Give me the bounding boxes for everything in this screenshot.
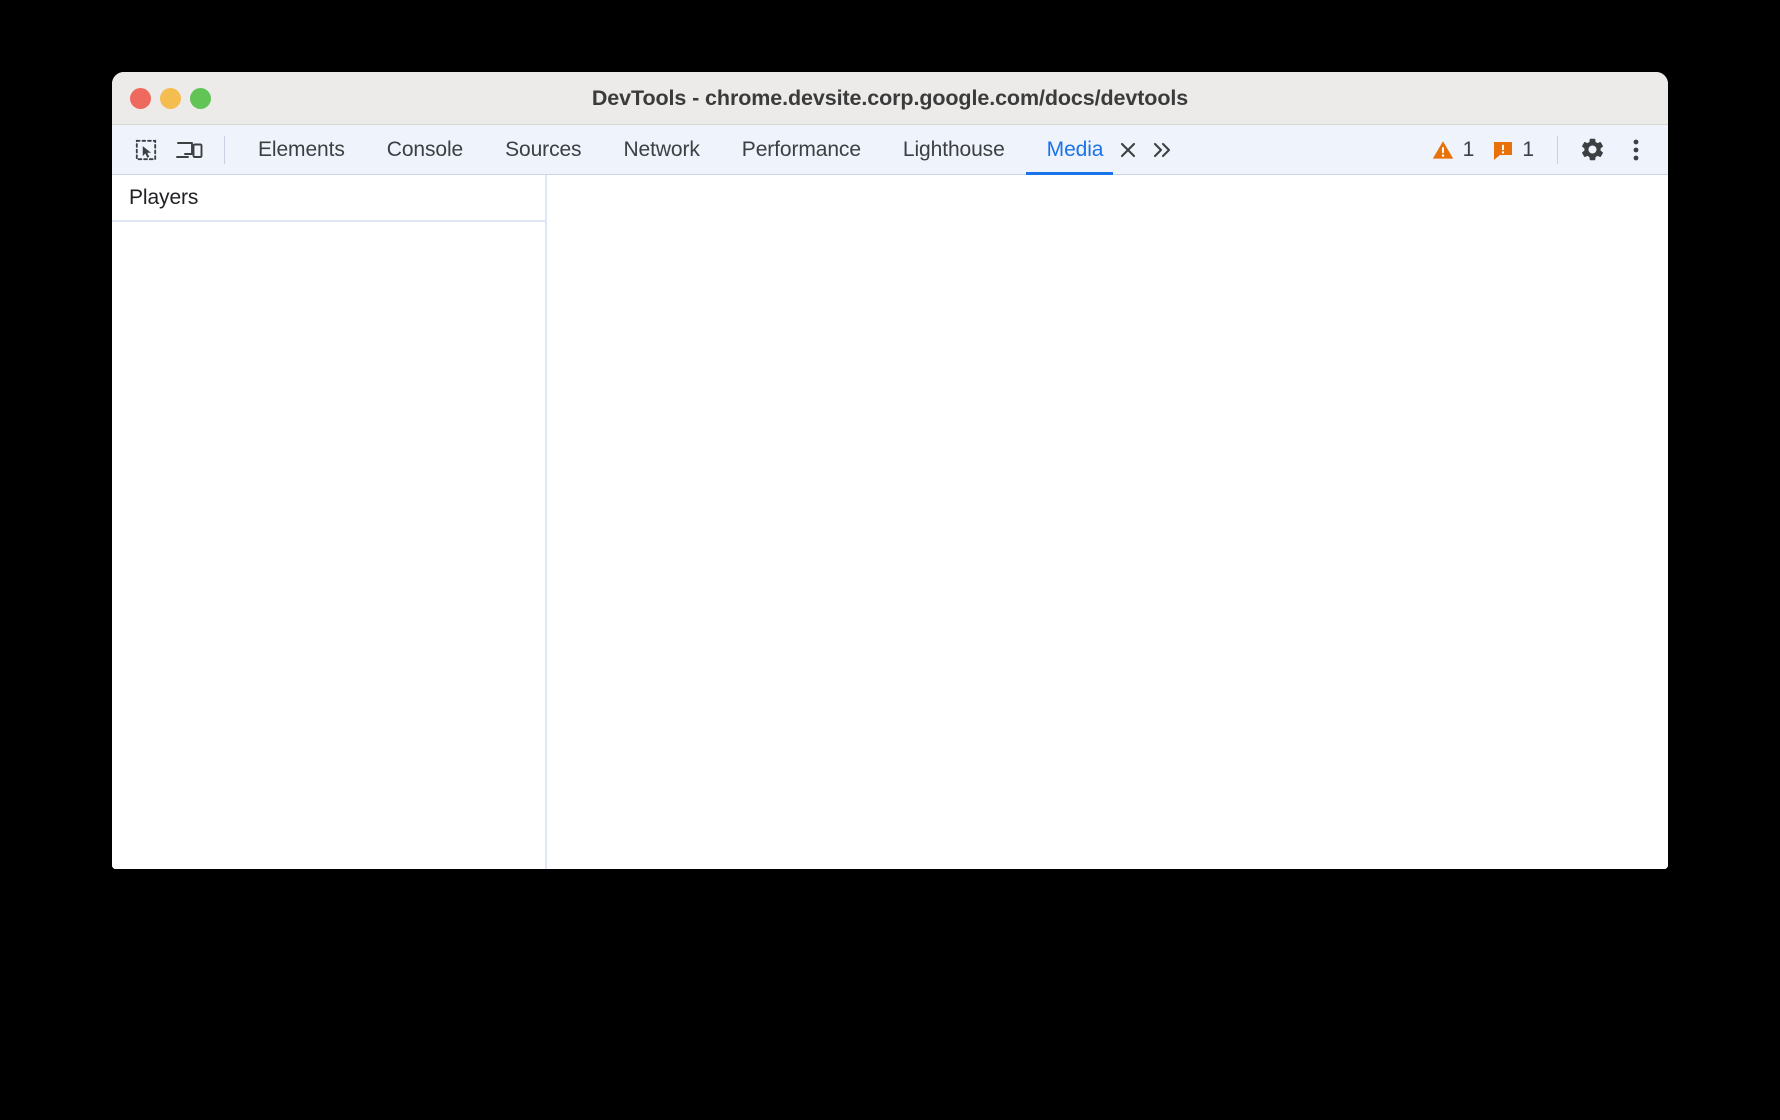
media-panel: Players — [112, 175, 1668, 869]
devtools-window: DevTools - chrome.devsite.corp.google.co… — [112, 72, 1668, 869]
inspect-element-button[interactable] — [124, 131, 168, 169]
more-options-button[interactable] — [1614, 130, 1658, 170]
zoom-window-button[interactable] — [190, 87, 211, 109]
inspect-element-icon — [133, 137, 159, 163]
issue-counters: 1 1 — [1424, 132, 1545, 168]
tab-media[interactable]: Media — [1026, 125, 1114, 175]
gear-icon — [1579, 136, 1606, 163]
close-tab-button[interactable] — [1113, 125, 1143, 175]
device-toolbar-button[interactable] — [168, 131, 212, 169]
toolbar-divider — [224, 135, 225, 164]
players-list[interactable] — [112, 222, 545, 869]
warning-counter[interactable]: 1 — [1424, 132, 1482, 168]
tab-lighthouse[interactable]: Lighthouse — [882, 125, 1026, 175]
warning-count: 1 — [1462, 137, 1475, 161]
devtools-toolbar: Elements Console Sources Network Perform… — [112, 125, 1668, 175]
tab-performance[interactable]: Performance — [721, 125, 882, 175]
device-toolbar-icon — [176, 137, 204, 163]
warning-triangle-icon — [1431, 138, 1455, 162]
tab-sources[interactable]: Sources — [484, 125, 602, 175]
close-icon — [1118, 140, 1138, 160]
issue-count: 1 — [1522, 137, 1534, 161]
tab-elements[interactable]: Elements — [237, 125, 366, 175]
kebab-menu-icon — [1632, 137, 1640, 163]
toolbar-divider-right — [1557, 135, 1558, 164]
chevron-double-right-icon — [1150, 140, 1174, 160]
panel-tabs: Elements Console Sources Network Perform… — [237, 125, 1181, 175]
window-titlebar: DevTools - chrome.devsite.corp.google.co… — [112, 72, 1668, 125]
close-window-button[interactable] — [130, 87, 151, 109]
players-header-title: Players — [112, 175, 545, 222]
tab-network[interactable]: Network — [602, 125, 720, 175]
issue-message-icon — [1492, 139, 1514, 161]
settings-button[interactable] — [1570, 130, 1614, 170]
issue-counter[interactable]: 1 — [1485, 132, 1541, 168]
screen: DevTools - chrome.devsite.corp.google.co… — [0, 0, 1780, 1120]
player-detail-pane — [547, 175, 1668, 869]
window-title: DevTools - chrome.devsite.corp.google.co… — [591, 85, 1189, 110]
players-sidebar: Players — [112, 175, 547, 869]
tab-console[interactable]: Console — [366, 125, 484, 175]
window-controls — [112, 87, 211, 109]
minimize-window-button[interactable] — [160, 87, 181, 109]
more-tabs-button[interactable] — [1143, 125, 1181, 175]
